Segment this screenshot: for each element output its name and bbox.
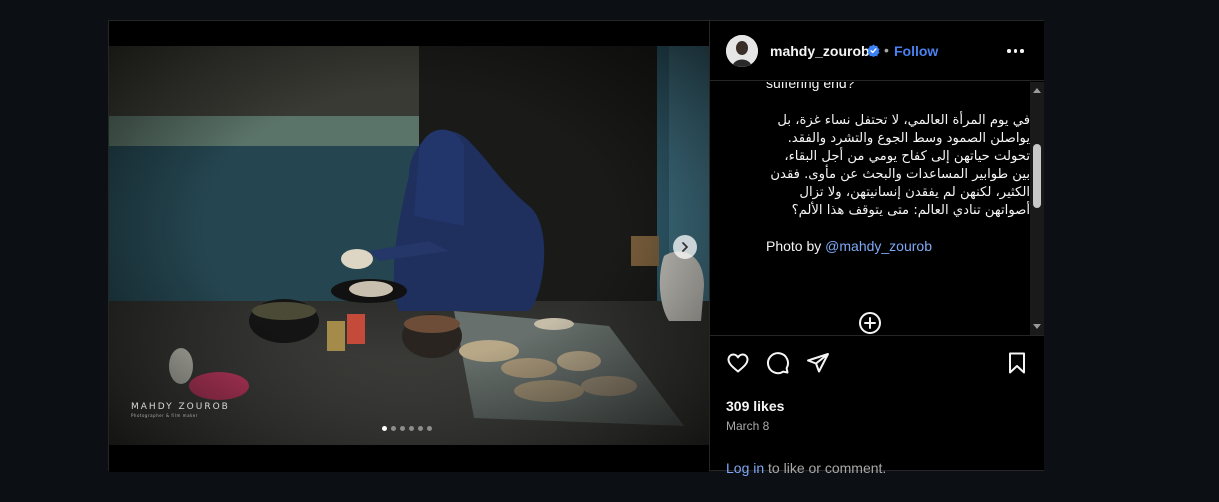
next-image-button[interactable] <box>673 235 697 259</box>
login-prompt: Log in to like or comment. <box>726 460 886 476</box>
post-date[interactable]: March 8 <box>726 419 769 433</box>
scroll-up-arrow-icon[interactable] <box>1033 88 1041 93</box>
comment-icon[interactable] <box>766 351 790 380</box>
watermark-subtext: Photographer & film maker <box>131 413 198 418</box>
credit-mention-link[interactable]: @mahdy_zourob <box>825 238 932 254</box>
avatar-image <box>726 35 758 67</box>
caption-english: suffering end? <box>766 82 855 91</box>
carousel-dot <box>400 426 405 431</box>
carousel-dot <box>418 426 423 431</box>
scrollbar-thumb[interactable] <box>1033 144 1041 208</box>
login-link[interactable]: Log in <box>726 460 764 476</box>
post-sidebar: mahdy_zourob • Follow suffering end? في … <box>709 21 1044 476</box>
more-options-icon[interactable] <box>1007 49 1024 53</box>
chevron-right-icon <box>682 242 688 252</box>
caption-arabic: في يوم المرأة العالمي، لا تحتفل نساء غزة… <box>770 113 1030 218</box>
watermark-text: MAHDY ZOUROB <box>131 402 230 412</box>
photo-watermark: MAHDY ZOUROB Photographer & film maker <box>131 403 230 418</box>
carousel-dot <box>391 426 396 431</box>
heart-icon[interactable] <box>726 351 750 380</box>
add-comment-icon[interactable] <box>858 311 882 335</box>
post-header: mahdy_zourob • Follow <box>710 21 1044 81</box>
share-icon[interactable] <box>806 351 830 380</box>
credit-prefix: Photo by <box>766 238 826 254</box>
login-prompt-text: to like or comment. <box>764 460 887 476</box>
likes-count[interactable]: 309 likes <box>726 398 784 414</box>
post-actions: 309 likes March 8 Log in to like or comm… <box>710 335 1044 476</box>
post-card: MAHDY ZOUROB Photographer & film maker m… <box>108 20 1044 476</box>
bookmark-icon[interactable] <box>1005 351 1029 380</box>
follow-button[interactable]: Follow <box>894 43 938 59</box>
username[interactable]: mahdy_zourob <box>770 43 870 59</box>
avatar[interactable] <box>726 35 758 67</box>
post-photo[interactable]: MAHDY ZOUROB Photographer & film maker <box>109 46 709 445</box>
caption: suffering end? في يوم المرأة العالمي، لا… <box>766 82 1030 255</box>
header-separator: • <box>884 42 889 58</box>
post-media: MAHDY ZOUROB Photographer & film maker <box>109 21 709 472</box>
carousel-dot <box>427 426 432 431</box>
caption-scroll-area[interactable]: suffering end? في يوم المرأة العالمي، لا… <box>710 82 1044 335</box>
carousel-dot <box>409 426 414 431</box>
photo-credit: Photo by @mahdy_zourob <box>766 237 1030 255</box>
carousel-indicator <box>382 426 432 431</box>
verified-badge-icon <box>867 44 880 62</box>
photo-image <box>109 46 709 445</box>
scroll-down-arrow-icon[interactable] <box>1033 324 1041 329</box>
caption-scrollbar[interactable] <box>1030 82 1044 335</box>
carousel-dot <box>382 426 387 431</box>
